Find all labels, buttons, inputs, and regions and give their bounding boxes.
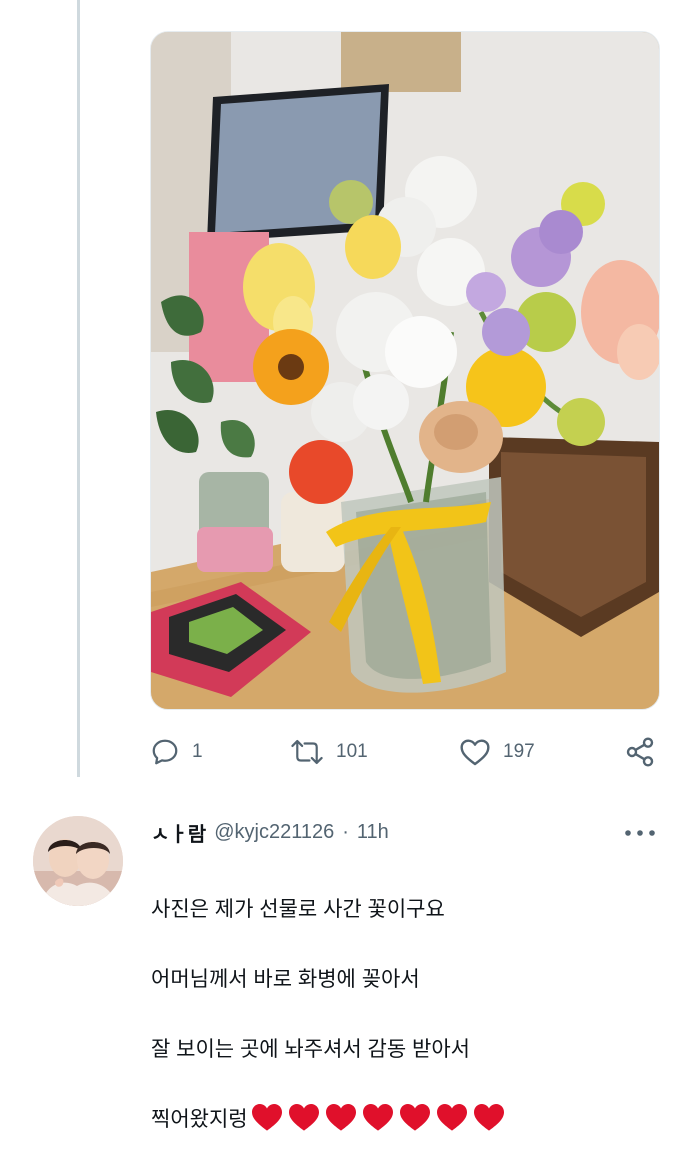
reply-line: 잘 보이는 곳에 놔주셔서 감동 받아서 bbox=[151, 1038, 470, 1061]
reply-action[interactable]: 1 bbox=[150, 732, 203, 772]
like-icon bbox=[460, 739, 490, 766]
reply-time[interactable]: 11h bbox=[357, 821, 389, 844]
avatar-photo bbox=[33, 816, 123, 906]
red-heart-icon bbox=[399, 1104, 430, 1131]
retweet-action[interactable]: 101 bbox=[290, 732, 368, 772]
reply-line-last: 찍어왔지렁 bbox=[151, 1102, 671, 1137]
reply-line: 사진은 제가 선물로 사간 꽃이구요 bbox=[151, 898, 445, 921]
reply-header: ㅅㅏ람 @kyjc221126 · 11h bbox=[151, 818, 389, 846]
reply-separator: · bbox=[342, 820, 349, 843]
like-action[interactable]: 197 bbox=[459, 732, 535, 772]
flower-bouquet-illustration bbox=[151, 32, 659, 709]
more-icon bbox=[625, 830, 655, 836]
like-count: 197 bbox=[503, 741, 535, 762]
tweet-photo[interactable] bbox=[150, 31, 660, 710]
heart-emojis bbox=[250, 1102, 506, 1132]
reply-text: 사진은 제가 선물로 사간 꽃이구요 어머님께서 바로 화병에 꽂아서 잘 보이… bbox=[151, 857, 671, 1172]
reply-count: 1 bbox=[192, 741, 203, 762]
more-options-button[interactable] bbox=[623, 823, 657, 843]
red-heart-icon bbox=[473, 1104, 504, 1131]
reply-handle[interactable]: @kyjc221126 bbox=[214, 821, 334, 844]
share-action[interactable] bbox=[624, 732, 656, 772]
reply-icon bbox=[152, 739, 178, 765]
share-icon bbox=[626, 737, 654, 767]
reply-line: 어머님께서 바로 화병에 꽂아서 bbox=[151, 968, 420, 991]
tweet-action-bar: 1 101 197 bbox=[150, 732, 658, 772]
reply-display-name[interactable]: ㅅㅏ람 bbox=[151, 818, 206, 847]
thread-connector-line bbox=[77, 0, 80, 777]
avatar[interactable] bbox=[33, 816, 123, 906]
reply-line: 찍어왔지렁 bbox=[151, 1108, 248, 1131]
retweet-icon bbox=[291, 739, 323, 765]
red-heart-icon bbox=[362, 1104, 393, 1131]
red-heart-icon bbox=[436, 1104, 467, 1131]
red-heart-icon bbox=[251, 1104, 282, 1131]
red-heart-icon bbox=[325, 1104, 356, 1131]
red-heart-icon bbox=[288, 1104, 319, 1131]
retweet-count: 101 bbox=[336, 741, 368, 762]
